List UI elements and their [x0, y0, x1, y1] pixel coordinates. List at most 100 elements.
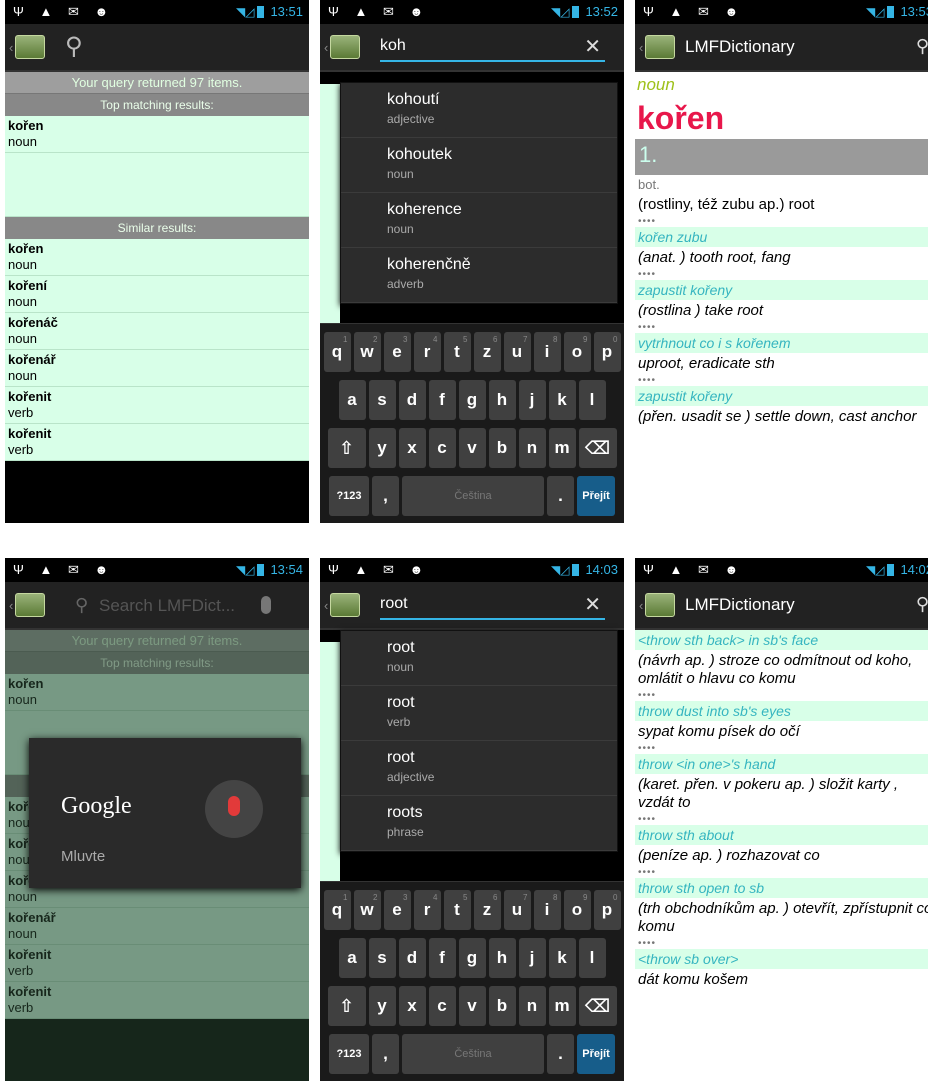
app-icon[interactable]	[15, 35, 45, 59]
key-g[interactable]: g	[458, 380, 486, 420]
key-a[interactable]: a	[338, 380, 366, 420]
search-icon[interactable]: ⚲	[916, 594, 928, 615]
back-caret-icon[interactable]: ‹	[639, 40, 643, 55]
key-r[interactable]: 4r	[413, 332, 441, 372]
comma-key[interactable]: ,	[372, 476, 399, 516]
key-o[interactable]: 9o	[563, 890, 591, 930]
symbols-key[interactable]: ?123	[329, 476, 369, 516]
key-s[interactable]: s	[368, 938, 396, 978]
key-h[interactable]: h	[488, 938, 516, 978]
microphone-button[interactable]	[205, 780, 263, 838]
list-item[interactable]: kořenínoun	[5, 276, 309, 313]
delete-key[interactable]: ⌫	[578, 986, 617, 1026]
key-y[interactable]: y	[368, 986, 396, 1026]
suggestion-item[interactable]: koherenčně adverb	[341, 248, 617, 303]
key-t[interactable]: 5t	[443, 890, 471, 930]
key-k[interactable]: k	[548, 380, 576, 420]
key-i[interactable]: 8i	[533, 332, 561, 372]
key-l[interactable]: l	[578, 380, 606, 420]
list-item[interactable]: kořenáčnoun	[5, 313, 309, 350]
go-key[interactable]: Přejít	[577, 476, 615, 516]
search-input[interactable]: ⚲ Search LMFDict...	[69, 590, 299, 620]
key-e[interactable]: 3e	[383, 332, 411, 372]
delete-key[interactable]: ⌫	[578, 428, 617, 468]
key-d[interactable]: d	[398, 938, 426, 978]
key-p[interactable]: 0p	[593, 332, 621, 372]
back-caret-icon[interactable]: ‹	[324, 40, 328, 55]
key-j[interactable]: j	[518, 938, 546, 978]
list-item[interactable]: kořenářnoun	[5, 350, 309, 387]
key-u[interactable]: 7u	[503, 332, 531, 372]
key-w[interactable]: 2w	[353, 890, 381, 930]
go-key[interactable]: Přejít	[577, 1034, 615, 1074]
key-x[interactable]: x	[398, 428, 426, 468]
list-item[interactable]: kořennoun	[5, 116, 309, 153]
key-b[interactable]: b	[488, 986, 516, 1026]
key-l[interactable]: l	[578, 938, 606, 978]
clear-icon[interactable]: ✕	[584, 592, 601, 617]
search-icon[interactable]: ⚲	[916, 36, 928, 57]
back-caret-icon[interactable]: ‹	[639, 598, 643, 613]
key-q[interactable]: 1q	[323, 890, 351, 930]
key-m[interactable]: m	[548, 986, 576, 1026]
list-item[interactable]: kořenitverb	[5, 424, 309, 461]
key-v[interactable]: v	[458, 986, 486, 1026]
key-n[interactable]: n	[518, 986, 546, 1026]
suggestion-item[interactable]: root verb	[341, 686, 617, 741]
clear-icon[interactable]: ✕	[584, 34, 601, 59]
app-icon[interactable]	[15, 593, 45, 617]
key-o[interactable]: 9o	[563, 332, 591, 372]
search-icon[interactable]: ⚲	[65, 32, 83, 61]
key-w[interactable]: 2w	[353, 332, 381, 372]
comma-key[interactable]: ,	[372, 1034, 399, 1074]
key-f[interactable]: f	[428, 380, 456, 420]
search-input[interactable]: koh ✕	[380, 32, 605, 62]
key-z[interactable]: 6z	[473, 332, 501, 372]
key-t[interactable]: 5t	[443, 332, 471, 372]
key-e[interactable]: 3e	[383, 890, 411, 930]
app-icon[interactable]	[330, 593, 360, 617]
suggestion-item[interactable]: kohoutek noun	[341, 138, 617, 193]
space-key[interactable]: Čeština	[402, 476, 544, 516]
key-c[interactable]: c	[428, 986, 456, 1026]
suggestion-item[interactable]: root noun	[341, 631, 617, 686]
app-icon[interactable]	[645, 35, 675, 59]
back-caret-icon[interactable]: ‹	[324, 598, 328, 613]
app-icon[interactable]	[330, 35, 360, 59]
key-c[interactable]: c	[428, 428, 456, 468]
key-y[interactable]: y	[368, 428, 396, 468]
search-input[interactable]: root ✕	[380, 590, 605, 620]
key-n[interactable]: n	[518, 428, 546, 468]
period-key[interactable]: .	[547, 1034, 574, 1074]
period-key[interactable]: .	[547, 476, 574, 516]
suggestion-item[interactable]: roots phrase	[341, 796, 617, 851]
microphone-icon[interactable]	[261, 596, 271, 614]
key-g[interactable]: g	[458, 938, 486, 978]
app-icon[interactable]	[645, 593, 675, 617]
key-d[interactable]: d	[398, 380, 426, 420]
back-caret-icon[interactable]: ‹	[9, 598, 13, 613]
key-k[interactable]: k	[548, 938, 576, 978]
shift-key[interactable]: ⇧	[327, 986, 366, 1026]
key-j[interactable]: j	[518, 380, 546, 420]
key-v[interactable]: v	[458, 428, 486, 468]
key-q[interactable]: 1q	[323, 332, 351, 372]
key-r[interactable]: 4r	[413, 890, 441, 930]
key-p[interactable]: 0p	[593, 890, 621, 930]
key-h[interactable]: h	[488, 380, 516, 420]
key-f[interactable]: f	[428, 938, 456, 978]
key-x[interactable]: x	[398, 986, 426, 1026]
key-u[interactable]: 7u	[503, 890, 531, 930]
key-b[interactable]: b	[488, 428, 516, 468]
symbols-key[interactable]: ?123	[329, 1034, 369, 1074]
list-item[interactable]: kořennoun	[5, 239, 309, 276]
back-caret-icon[interactable]: ‹	[9, 40, 13, 55]
key-m[interactable]: m	[548, 428, 576, 468]
space-key[interactable]: Čeština	[402, 1034, 544, 1074]
key-a[interactable]: a	[338, 938, 366, 978]
suggestion-item[interactable]: koherence noun	[341, 193, 617, 248]
suggestion-item[interactable]: kohoutí adjective	[341, 83, 617, 138]
key-s[interactable]: s	[368, 380, 396, 420]
key-z[interactable]: 6z	[473, 890, 501, 930]
list-item[interactable]: kořenitverb	[5, 387, 309, 424]
